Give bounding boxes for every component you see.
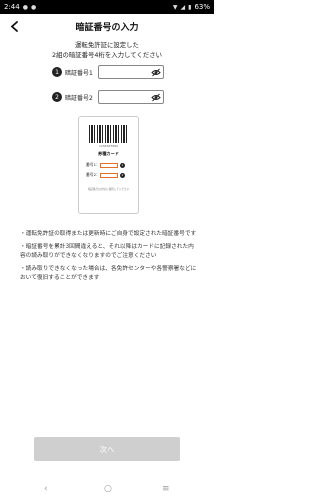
card-row-label: 番号2：	[86, 172, 100, 177]
back-button[interactable]	[4, 16, 24, 36]
intro-text: 運転免許証に設定した 2組の暗証番号4桁を入力してください	[0, 41, 214, 60]
status-time: 2:44	[4, 3, 20, 11]
card-note: 暗証番号は大切に保管してください	[87, 188, 130, 191]
intro-line-2: 2組の暗証番号4桁を入力してください	[52, 50, 162, 59]
notification-icon: ●	[30, 3, 37, 11]
eye-off-icon[interactable]	[151, 68, 161, 77]
note-item: ・読み取りできなくなった場合は、各免許センターや各警察署などにおいて復旧すること…	[20, 266, 197, 281]
barcode-number: 1234567890	[98, 144, 119, 148]
pin-field-1-label: 暗証番号1	[65, 69, 93, 77]
nav-back-icon[interactable]: ‹	[44, 484, 48, 494]
number-badge-1: 1	[52, 67, 62, 77]
number-badge-2: 2	[52, 92, 62, 102]
note-item: ・暗証番号を累計3回間違えると、それ以降はカードに記録された内容の読み取りができ…	[20, 244, 194, 259]
battery-level: 63%	[194, 3, 210, 11]
card-pin-box	[100, 172, 118, 178]
note-item: ・運転免許証の取得または更新時にご自身で設定された暗証番号です	[20, 231, 197, 237]
pin-field-1-box	[98, 65, 164, 86]
nav-recents-icon[interactable]: ≡	[162, 484, 170, 494]
wifi-icon: ▼	[172, 3, 178, 11]
pin-field-2-box	[98, 90, 164, 111]
system-nav-bar: ‹ ○ ≡	[0, 482, 214, 500]
notification-icon: ●	[22, 3, 28, 11]
nav-home-icon[interactable]: ○	[104, 484, 112, 494]
page-title: 暗証番号の入力	[75, 22, 139, 33]
card-row-2: 番号2： 2	[86, 172, 125, 178]
pin-field-2-label: 暗証番号2	[65, 94, 93, 102]
next-button[interactable]: 次へ	[34, 437, 180, 461]
battery-icon: ▮	[188, 3, 192, 11]
pin-2-input[interactable]	[99, 99, 153, 111]
card-row-1: 番号1： 1	[86, 162, 125, 168]
card-title: 券種カード	[98, 151, 119, 156]
card-row-label: 番号1：	[86, 162, 100, 167]
signal-icon: ◢	[180, 3, 186, 11]
pin-field-2-row: 2 暗証番号2	[52, 89, 167, 111]
intro-line-1: 運転免許証に設定した	[75, 41, 139, 49]
pin-field-1-row: 1 暗証番号1	[52, 64, 167, 86]
app-header: 暗証番号の入力	[0, 14, 214, 38]
barcode-image	[89, 125, 129, 143]
pin-card-illustration: 1234567890 券種カード 番号1： 1 番号2： 2 暗証番号は大切に保…	[78, 116, 139, 214]
number-badge-1: 1	[120, 162, 125, 168]
pin-1-input[interactable]	[99, 74, 153, 86]
status-bar: 2:44 ● ● ▼ ◢ ▮ 63%	[0, 0, 214, 14]
number-badge-2: 2	[120, 172, 125, 178]
notes-list: ・運転免許証の取得または更新時にご自身で設定された暗証番号です ・暗証番号を累計…	[20, 230, 198, 287]
chevron-left-icon	[10, 20, 18, 32]
card-pin-box	[100, 162, 118, 168]
eye-off-icon[interactable]	[151, 93, 161, 102]
